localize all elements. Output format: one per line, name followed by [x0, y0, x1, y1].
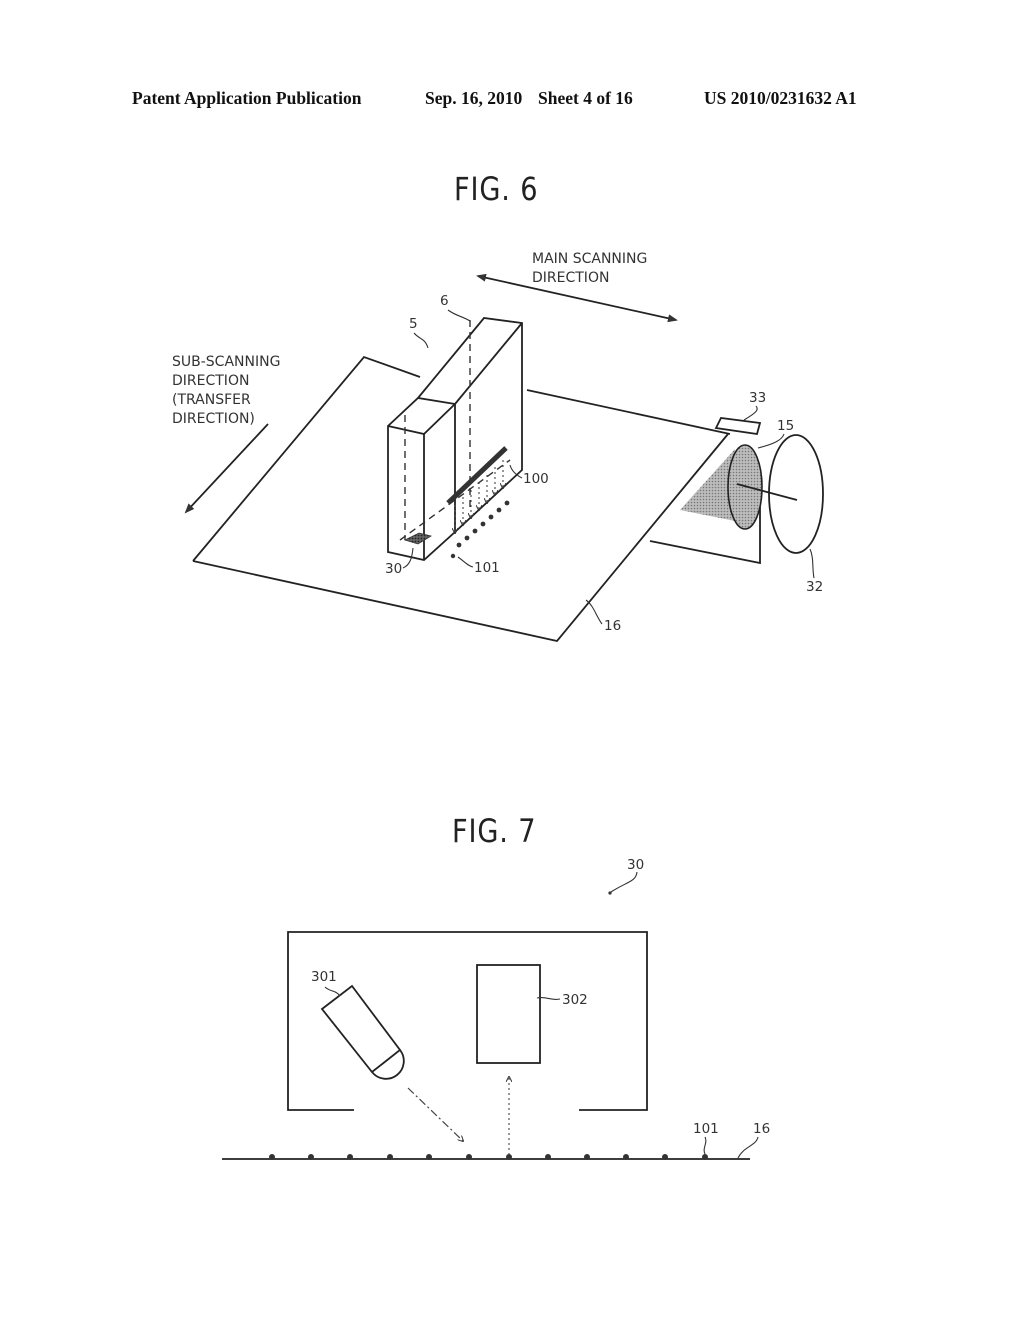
emitted-light-path: [407, 1087, 463, 1141]
ref-301: 301: [311, 969, 337, 985]
sub-scanning-arrow: [184, 423, 269, 514]
fig7-leader-16: [737, 1136, 759, 1159]
ref-6: 6: [440, 293, 449, 309]
ref-33: 33: [749, 390, 766, 406]
sub-scanning-label-1: SUB-SCANNING: [172, 354, 280, 370]
main-scanning-label-2: DIRECTION: [532, 270, 609, 286]
leader-32: [809, 548, 815, 579]
ref-32: 32: [806, 579, 823, 595]
light-emitter-301: [320, 984, 402, 1074]
leader-6: [447, 309, 471, 322]
leader-301: [324, 986, 341, 997]
leader-30: [402, 547, 414, 569]
fig7-ref-30: 30: [627, 857, 644, 873]
ref-15: 15: [777, 418, 794, 434]
leader-33: [743, 405, 758, 421]
sensor-30: [403, 532, 433, 545]
ref-5: 5: [409, 316, 418, 332]
ref-30: 30: [385, 561, 402, 577]
sub-scanning-label-3: (TRANSFER: [172, 392, 251, 408]
sub-scanning-label-4: DIRECTION): [172, 411, 255, 427]
fig7-leader-30: [610, 871, 638, 893]
ref-302: 302: [562, 992, 588, 1008]
patent-drawings: MAIN SCANNING DIRECTION SUB-SCANNING DIR…: [172, 251, 824, 1160]
fig6-drawing: MAIN SCANNING DIRECTION SUB-SCANNING DIR…: [172, 251, 824, 642]
paper-back-right-edge: [526, 389, 731, 435]
main-scanning-label-1: MAIN SCANNING: [532, 251, 647, 267]
fig7-leader-30-dot: [608, 891, 612, 895]
fig7-leader-101: [703, 1136, 707, 1155]
fig7-drawing: 30 301 302 101 16: [222, 857, 770, 1160]
ref-16: 16: [604, 618, 621, 634]
ref-100: 100: [523, 471, 549, 487]
light-emitter-301-lens: [371, 1049, 405, 1080]
paper-front-edges: [192, 479, 691, 642]
leader-101: [457, 556, 474, 568]
fig7-ref-101: 101: [693, 1121, 719, 1137]
ref-101: 101: [474, 560, 500, 576]
nozzle-array-100: [446, 446, 508, 505]
head-unit-5-top-edge: [387, 403, 456, 435]
sensor-housing-30: [287, 931, 648, 1111]
leader-5: [413, 332, 429, 349]
fig7-ref-16: 16: [753, 1121, 770, 1137]
head-unit-6-top-edge: [454, 322, 523, 405]
sub-scanning-label-2: DIRECTION: [172, 373, 249, 389]
light-receiver-302: [476, 964, 541, 1064]
